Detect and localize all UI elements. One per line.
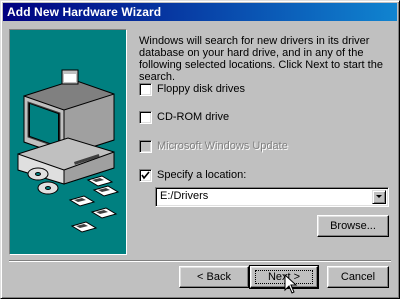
cdrom-checkbox[interactable]: [139, 111, 152, 124]
cancel-label: Cancel: [340, 271, 376, 283]
title-bar[interactable]: Add New Hardware Wizard: [3, 3, 397, 21]
location-value[interactable]: E:/Drivers: [160, 190, 208, 202]
computer-with-disks-icon: [17, 69, 120, 233]
back-label: < Back: [197, 271, 231, 283]
chevron-down-icon: [376, 195, 382, 198]
browse-label: Browse...: [330, 220, 376, 232]
specify-location-checkbox[interactable]: [139, 169, 152, 182]
cdrom-label[interactable]: CD-ROM drive: [157, 111, 229, 123]
wizard-illustration: [9, 29, 127, 255]
back-button[interactable]: < Back: [179, 266, 249, 288]
intro-text: Windows will search for new drivers in i…: [139, 35, 383, 83]
floppy-checkbox[interactable]: [139, 83, 152, 96]
windows-update-checkbox: [139, 140, 152, 153]
floppy-label[interactable]: Floppy disk drives: [157, 83, 245, 95]
separator: [9, 260, 391, 262]
wizard-window: Add New Hardware Wizard Windows will sea…: [0, 0, 400, 299]
specify-location-label[interactable]: Specify a location:: [157, 169, 246, 181]
dropdown-button[interactable]: [372, 190, 386, 204]
window-title: Add New Hardware Wizard: [7, 5, 162, 19]
mouse-pointer-icon: [284, 274, 298, 294]
cancel-button[interactable]: Cancel: [327, 266, 389, 288]
browse-button[interactable]: Browse...: [317, 215, 389, 237]
location-combobox[interactable]: E:/Drivers: [155, 187, 389, 207]
windows-update-label: Microsoft Windows Update: [157, 140, 288, 152]
checkmark-icon: [141, 171, 150, 180]
